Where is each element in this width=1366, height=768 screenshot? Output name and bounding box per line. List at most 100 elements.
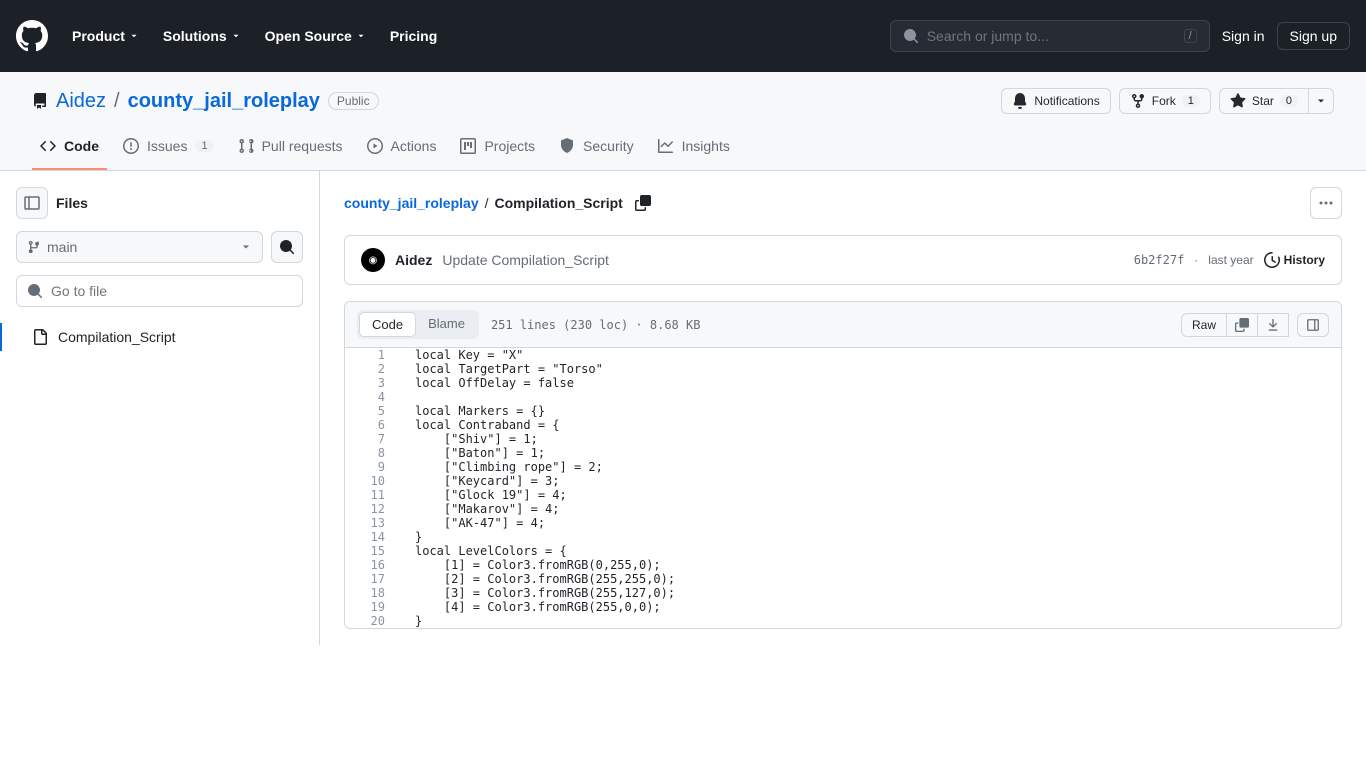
code-line[interactable]: 7 ["Shiv"] = 1; bbox=[345, 432, 1341, 446]
signup-button[interactable]: Sign up bbox=[1277, 22, 1350, 50]
nav-product[interactable]: Product bbox=[64, 20, 147, 52]
fork-button[interactable]: Fork 1 bbox=[1119, 88, 1211, 114]
search-input[interactable] bbox=[927, 28, 1176, 44]
star-icon bbox=[1230, 93, 1246, 109]
line-number[interactable]: 6 bbox=[345, 418, 405, 432]
line-content bbox=[405, 390, 415, 404]
file-filter-input[interactable] bbox=[51, 283, 292, 299]
copy-path-button[interactable] bbox=[629, 189, 657, 217]
download-button[interactable] bbox=[1258, 313, 1289, 337]
view-toggle: Code Blame bbox=[357, 310, 479, 339]
files-label: Files bbox=[56, 195, 88, 211]
code-line[interactable]: 8 ["Baton"] = 1; bbox=[345, 446, 1341, 460]
line-number[interactable]: 12 bbox=[345, 502, 405, 516]
repo-tabs: Code Issues1 Pull requests Actions Proje… bbox=[0, 130, 1366, 170]
line-number[interactable]: 2 bbox=[345, 362, 405, 376]
more-actions-button[interactable] bbox=[1310, 187, 1342, 219]
branch-icon bbox=[27, 240, 41, 254]
breadcrumb-root[interactable]: county_jail_roleplay bbox=[344, 195, 479, 211]
files-toggle[interactable] bbox=[16, 187, 48, 219]
line-number[interactable]: 20 bbox=[345, 614, 405, 628]
code-line[interactable]: 14} bbox=[345, 530, 1341, 544]
tab-pulls[interactable]: Pull requests bbox=[230, 130, 351, 170]
line-number[interactable]: 9 bbox=[345, 460, 405, 474]
issues-count: 1 bbox=[195, 140, 213, 152]
line-number[interactable]: 17 bbox=[345, 572, 405, 586]
tab-projects[interactable]: Projects bbox=[452, 130, 543, 170]
line-number[interactable]: 5 bbox=[345, 404, 405, 418]
code-line[interactable]: 16 [1] = Color3.fromRGB(0,255,0); bbox=[345, 558, 1341, 572]
line-number[interactable]: 15 bbox=[345, 544, 405, 558]
line-number[interactable]: 1 bbox=[345, 348, 405, 362]
line-content: } bbox=[405, 530, 422, 544]
repo-link[interactable]: county_jail_roleplay bbox=[128, 90, 320, 113]
code-line[interactable]: 4 bbox=[345, 390, 1341, 404]
line-number[interactable]: 16 bbox=[345, 558, 405, 572]
branch-selector[interactable]: main bbox=[16, 231, 263, 263]
line-number[interactable]: 10 bbox=[345, 474, 405, 488]
star-dropdown[interactable] bbox=[1309, 88, 1334, 114]
line-number[interactable]: 14 bbox=[345, 530, 405, 544]
blame-view-tab[interactable]: Blame bbox=[416, 312, 477, 337]
code-view-tab[interactable]: Code bbox=[359, 312, 416, 337]
code-line[interactable]: 15local LevelColors = { bbox=[345, 544, 1341, 558]
line-number[interactable]: 7 bbox=[345, 432, 405, 446]
symbols-button[interactable] bbox=[1297, 313, 1329, 337]
code-body[interactable]: 1local Key = "X"2local TargetPart = "Tor… bbox=[345, 348, 1341, 628]
owner-link[interactable]: Aidez bbox=[56, 90, 106, 113]
tab-insights[interactable]: Insights bbox=[650, 130, 738, 170]
nav-solutions[interactable]: Solutions bbox=[155, 20, 249, 52]
file-icon bbox=[32, 329, 48, 345]
code-line[interactable]: 17 [2] = Color3.fromRGB(255,255,0); bbox=[345, 572, 1341, 586]
graph-icon bbox=[658, 138, 674, 154]
commit-hash[interactable]: 6b2f27f bbox=[1134, 253, 1185, 267]
line-content: local Markers = {} bbox=[405, 404, 545, 418]
line-number[interactable]: 18 bbox=[345, 586, 405, 600]
notifications-button[interactable]: Notifications bbox=[1001, 88, 1110, 114]
history-link[interactable]: History bbox=[1264, 252, 1325, 268]
code-line[interactable]: 10 ["Keycard"] = 3; bbox=[345, 474, 1341, 488]
code-line[interactable]: 11 ["Glock 19"] = 4; bbox=[345, 488, 1341, 502]
avatar[interactable]: ◉ bbox=[361, 248, 385, 272]
raw-button[interactable]: Raw bbox=[1181, 313, 1227, 337]
code-line[interactable]: 9 ["Climbing rope"] = 2; bbox=[345, 460, 1341, 474]
code-line[interactable]: 19 [4] = Color3.fromRGB(255,0,0); bbox=[345, 600, 1341, 614]
commit-author[interactable]: Aidez bbox=[395, 252, 432, 268]
nav-opensource[interactable]: Open Source bbox=[257, 20, 374, 52]
breadcrumb: county_jail_roleplay / Compilation_Scrip… bbox=[344, 187, 1342, 219]
line-number[interactable]: 3 bbox=[345, 376, 405, 390]
go-to-file[interactable] bbox=[16, 275, 303, 307]
kebab-icon bbox=[1318, 195, 1334, 211]
code-line[interactable]: 3local OffDelay = false bbox=[345, 376, 1341, 390]
code-line[interactable]: 5local Markers = {} bbox=[345, 404, 1341, 418]
code-line[interactable]: 2local TargetPart = "Torso" bbox=[345, 362, 1341, 376]
chevron-down-icon bbox=[240, 241, 252, 253]
code-line[interactable]: 6local Contraband = { bbox=[345, 418, 1341, 432]
line-number[interactable]: 19 bbox=[345, 600, 405, 614]
github-logo-icon[interactable] bbox=[16, 20, 48, 52]
signin-link[interactable]: Sign in bbox=[1222, 28, 1265, 44]
nav-pricing[interactable]: Pricing bbox=[382, 20, 445, 52]
file-tree-item[interactable]: Compilation_Script bbox=[0, 323, 303, 351]
tree-search-button[interactable] bbox=[271, 231, 303, 263]
table-icon bbox=[460, 138, 476, 154]
tab-security[interactable]: Security bbox=[551, 130, 642, 170]
copy-raw-button[interactable] bbox=[1227, 313, 1258, 337]
code-line[interactable]: 1local Key = "X" bbox=[345, 348, 1341, 362]
line-number[interactable]: 13 bbox=[345, 516, 405, 530]
line-number[interactable]: 11 bbox=[345, 488, 405, 502]
tab-issues[interactable]: Issues1 bbox=[115, 130, 222, 170]
code-line[interactable]: 18 [3] = Color3.fromRGB(255,127,0); bbox=[345, 586, 1341, 600]
line-content: ["Climbing rope"] = 2; bbox=[405, 460, 603, 474]
shield-icon bbox=[559, 138, 575, 154]
commit-message[interactable]: Update Compilation_Script bbox=[442, 252, 609, 268]
star-button[interactable]: Star 0 bbox=[1219, 88, 1309, 114]
code-line[interactable]: 12 ["Makarov"] = 4; bbox=[345, 502, 1341, 516]
global-search[interactable]: / bbox=[890, 20, 1210, 52]
tab-actions[interactable]: Actions bbox=[359, 130, 445, 170]
code-line[interactable]: 20} bbox=[345, 614, 1341, 628]
tab-code[interactable]: Code bbox=[32, 130, 107, 170]
code-line[interactable]: 13 ["AK-47"] = 4; bbox=[345, 516, 1341, 530]
line-number[interactable]: 8 bbox=[345, 446, 405, 460]
line-number[interactable]: 4 bbox=[345, 390, 405, 404]
